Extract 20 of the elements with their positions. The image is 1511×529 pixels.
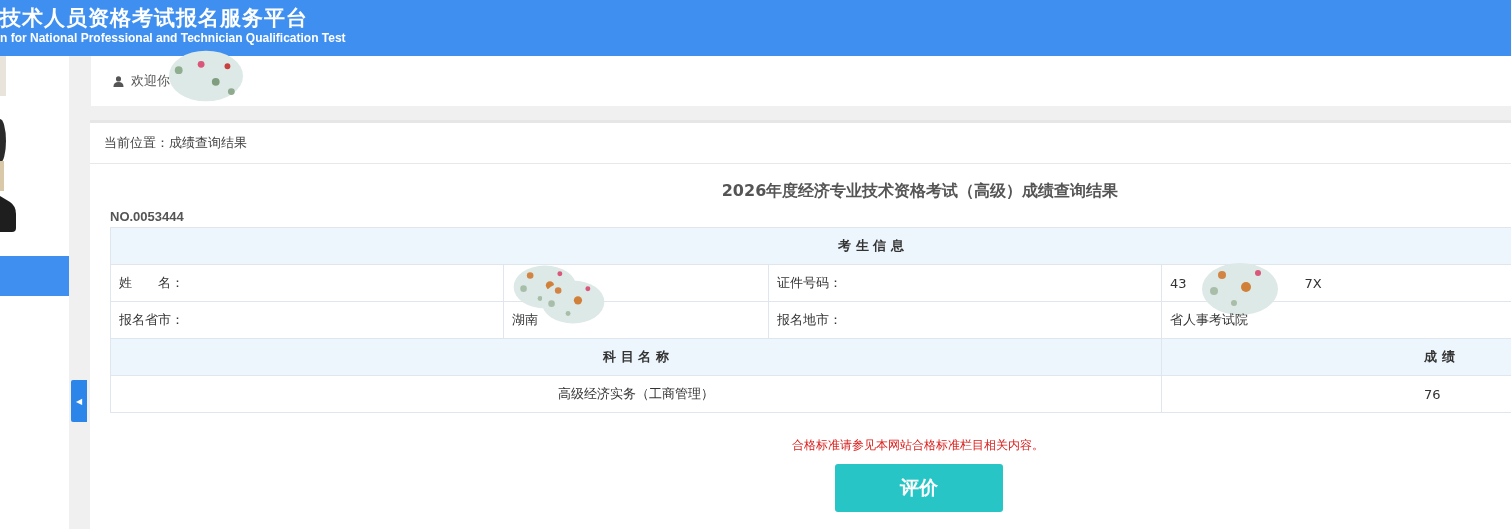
- user-icon: [113, 75, 124, 87]
- table-header-cell-text: 成 绩: [1423, 348, 1456, 366]
- evaluate-button[interactable]: 评价: [834, 464, 1003, 512]
- table-cell-text: 76: [1423, 385, 1442, 404]
- result-title: 2026年度经济专业技术资格考试（高级）成绩查询结果: [720, 180, 1120, 202]
- record-number: NO.0053444: [110, 209, 185, 226]
- breadcrumb: 当前位置：成绩查询结果: [90, 123, 1511, 164]
- table-cell: 姓 名：: [111, 265, 504, 301]
- site-title: 技术人员资格考试报名服务平台: [0, 4, 309, 31]
- sidebar-item[interactable]: [0, 256, 69, 296]
- site-subtitle: n for National Professional and Technician Qualification Test: [0, 30, 347, 46]
- collapse-button[interactable]: ◀: [71, 380, 87, 422]
- section-heading: 考 生 信 息: [837, 237, 905, 255]
- table-cell: 证件号码：: [769, 265, 1162, 301]
- notice-text: 合格标准请参见本网站合格标准栏目相关内容。: [790, 437, 1045, 454]
- table-cell-text: 省人事考试院: [1169, 311, 1249, 329]
- welcome-text: 欢迎你: [131, 72, 170, 90]
- table-cell: 43 7X: [1162, 265, 1511, 301]
- table-cell: 高级经济实务（工商管理）: [111, 376, 1162, 412]
- table-header-cell: 科 目 名 称: [111, 339, 1162, 375]
